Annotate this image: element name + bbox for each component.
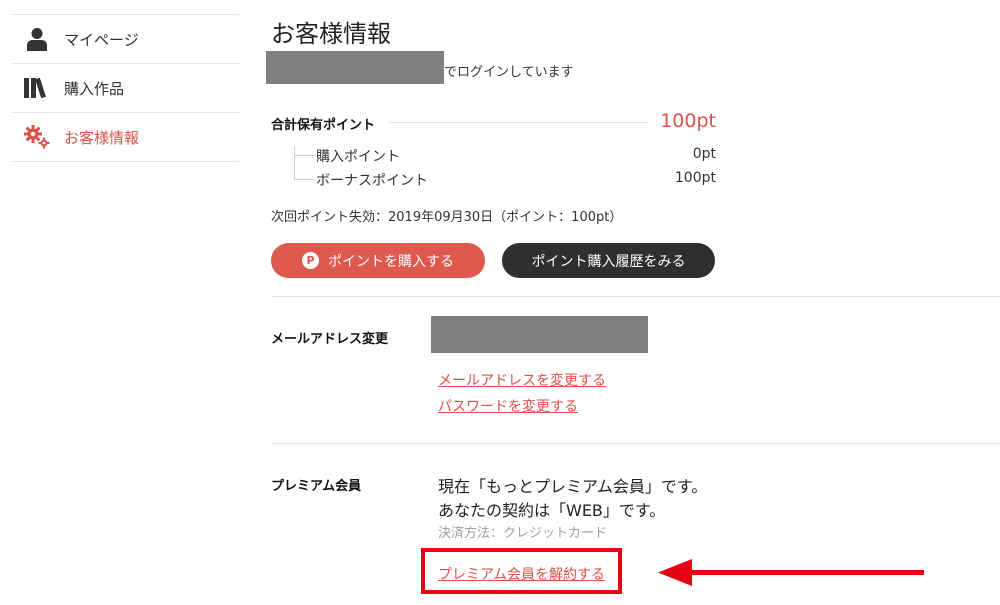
payment-method-text: 決済方法：クレジットカード [438, 526, 608, 541]
sidebar-item-mypage[interactable]: マイページ [11, 14, 239, 63]
annotation-arrow-icon [658, 558, 928, 592]
redacted-email [431, 316, 648, 353]
buy-points-button[interactable]: P ポイントを購入する [271, 243, 485, 278]
sidebar-item-label: お客様情報 [64, 128, 140, 147]
change-email-link[interactable]: メールアドレスを変更する [438, 370, 606, 390]
points-tree-branch [294, 155, 314, 156]
sidebar-item-label: マイページ [64, 30, 139, 49]
purchased-points-value: 0pt [692, 146, 716, 162]
section-divider [271, 296, 1000, 297]
purchase-history-label: ポイント購入履歴をみる [531, 253, 686, 270]
bonus-points-label: ボーナスポイント [316, 173, 428, 189]
user-icon [23, 25, 51, 53]
redacted-username [266, 51, 444, 84]
sidebar-item-customer-info[interactable]: お客様情報 [11, 112, 239, 162]
total-points-value: 100pt [660, 110, 716, 132]
contract-type-text: あなたの契約は「WEB」です。 [438, 501, 666, 520]
gears-icon [23, 123, 51, 151]
sidebar-item-purchased[interactable]: 購入作品 [11, 63, 239, 112]
points-tree-branch [294, 179, 314, 180]
premium-status-text: 現在「もっとプレミアム会員」です。 [438, 477, 708, 496]
total-points-label: 合計保有ポイント [271, 118, 376, 133]
sidebar: マイページ 購入作品 お客様情報 [11, 14, 239, 162]
bonus-points-value: 100pt [674, 170, 716, 186]
points-expiry-text: 次回ポイント失効：2019年09月30日（ポイント：100pt） [271, 210, 623, 225]
points-tree-line [294, 146, 307, 180]
point-icon: P [302, 252, 319, 269]
points-leader-line [389, 122, 649, 123]
main-content: お客様情報 でログインしています 合計保有ポイント 100pt 購入ポイント 0… [266, 0, 1000, 605]
sidebar-item-label: 購入作品 [64, 79, 125, 98]
login-status-text: でログインしています [444, 65, 574, 80]
email-section-label: メールアドレス変更 [271, 332, 389, 347]
change-password-link[interactable]: パスワードを変更する [438, 396, 578, 416]
premium-section-label: プレミアム会員 [271, 479, 362, 494]
buy-points-label: ポイントを購入する [328, 253, 454, 270]
books-icon [23, 74, 51, 102]
purchased-points-label: 購入ポイント [316, 149, 400, 165]
page-title: お客様情報 [271, 20, 391, 48]
section-divider [271, 443, 1000, 444]
purchase-history-button[interactable]: ポイント購入履歴をみる [502, 243, 715, 278]
annotation-highlight-box [421, 548, 622, 594]
